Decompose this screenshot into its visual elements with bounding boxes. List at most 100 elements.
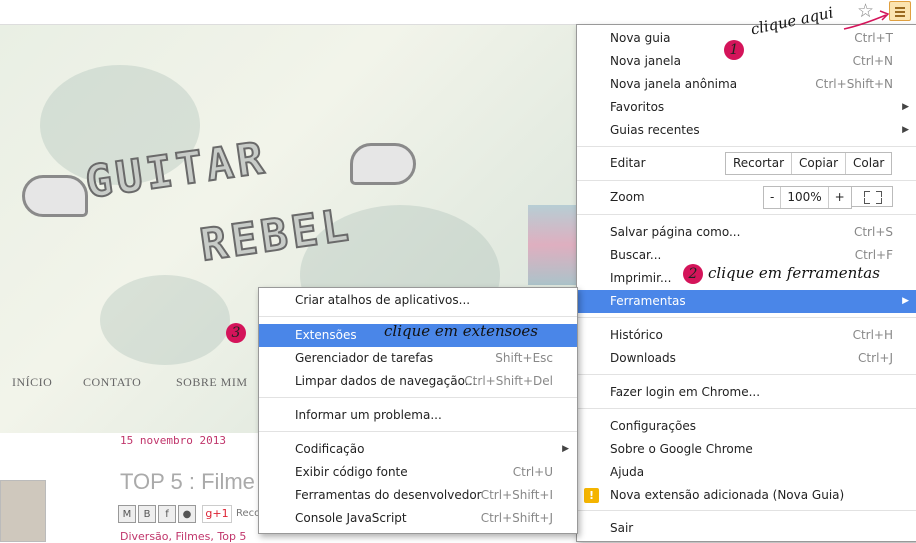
edit-button-group: Recortar Copiar Colar — [725, 152, 893, 175]
submenu-arrow-icon: ▶ — [902, 102, 909, 112]
post-thumbnail — [0, 480, 46, 542]
menu-item-salvar[interactable]: Salvar página como... Ctrl+S — [577, 221, 916, 244]
menu-item-label: Favoritos — [610, 100, 665, 114]
menu-item-label: Nova janela — [610, 54, 681, 68]
menu-separator — [577, 374, 916, 375]
zoom-out-button[interactable]: - — [764, 187, 782, 208]
menu-item-sobre[interactable]: Sobre o Google Chrome — [577, 438, 916, 461]
submenu-item-codigo-fonte[interactable]: Exibir código fonte Ctrl+U — [259, 461, 577, 484]
post-tags[interactable]: Diversão, Filmes, Top 5 — [120, 530, 246, 543]
menu-separator — [259, 397, 577, 398]
menu-item-label: Salvar página como... — [610, 225, 741, 239]
submenu-item-informar[interactable]: Informar um problema... — [259, 404, 577, 427]
menu-item-downloads[interactable]: Downloads Ctrl+J — [577, 347, 916, 370]
pinterest-share-icon[interactable]: ● — [178, 505, 196, 523]
cut-button[interactable]: Recortar — [726, 153, 793, 174]
menu-item-label: Extensões — [295, 328, 357, 342]
email-share-icon[interactable]: M — [118, 505, 136, 523]
menu-item-shortcut: Ctrl+Shift+I — [480, 488, 553, 502]
fullscreen-icon[interactable] — [851, 186, 893, 207]
menu-item-label: Gerenciador de tarefas — [295, 351, 434, 365]
post-date: 15 novembro 2013 — [120, 434, 226, 447]
menu-separator — [577, 408, 916, 409]
submenu-item-gerenciador[interactable]: Gerenciador de tarefas Shift+Esc — [259, 347, 577, 370]
nav-link-sobre[interactable]: SOBRE MIM — [176, 375, 248, 390]
menu-item-label: Sobre o Google Chrome — [610, 442, 753, 456]
submenu-arrow-icon: ▶ — [902, 296, 909, 306]
menu-item-label: Sair — [610, 521, 634, 535]
menu-separator — [259, 431, 577, 432]
menu-row-editar: Editar Recortar Copiar Colar — [577, 152, 916, 176]
zoom-label: Zoom — [610, 190, 645, 204]
zoom-in-button[interactable]: + — [829, 187, 851, 208]
warning-icon: ! — [584, 488, 599, 503]
step-1-badge: 1 — [724, 40, 744, 60]
nav-link-inicio[interactable]: INÍCIO — [12, 375, 52, 390]
menu-item-label: Ferramentas do desenvolvedor — [295, 488, 482, 502]
menu-item-label: Codificação — [295, 442, 365, 456]
menu-item-nova-janela[interactable]: Nova janela Ctrl+N — [577, 50, 916, 73]
menu-item-nova-extensao[interactable]: ! Nova extensão adicionada (Nova Guia) — [577, 484, 916, 507]
menu-item-shortcut: Ctrl+Shift+N — [815, 77, 893, 91]
copy-button[interactable]: Copiar — [792, 153, 847, 174]
menu-item-guias-recentes[interactable]: Guias recentes ▶ — [577, 119, 916, 142]
menu-separator — [577, 214, 916, 215]
left-wing-decoration — [22, 175, 88, 217]
menu-item-configuracoes[interactable]: Configurações — [577, 415, 916, 438]
submenu-item-console-js[interactable]: Console JavaScript Ctrl+Shift+J — [259, 507, 577, 530]
menu-item-label: Downloads — [610, 351, 676, 365]
submenu-item-codificacao[interactable]: Codificação ▶ — [259, 438, 577, 461]
menu-item-ajuda[interactable]: Ajuda — [577, 461, 916, 484]
recommend-text: Reco — [236, 508, 261, 519]
menu-item-shortcut: Ctrl+N — [852, 54, 893, 68]
submenu-item-limpar-dados[interactable]: Limpar dados de navegação... Ctrl+Shift+… — [259, 370, 577, 393]
menu-item-janela-anonima[interactable]: Nova janela anônima Ctrl+Shift+N — [577, 73, 916, 96]
facebook-share-icon[interactable]: f — [158, 505, 176, 523]
menu-separator — [259, 316, 577, 317]
menu-separator — [577, 180, 916, 181]
menu-item-historico[interactable]: Histórico Ctrl+H — [577, 324, 916, 347]
menu-item-label: Configurações — [610, 419, 696, 433]
chrome-menu-button[interactable] — [889, 1, 911, 21]
menu-item-shortcut: Ctrl+U — [512, 465, 553, 479]
step-2-badge: 2 — [683, 264, 703, 284]
menu-item-label: Nova guia — [610, 31, 671, 45]
menu-item-label: Ajuda — [610, 465, 645, 479]
nav-link-contato[interactable]: CONTATO — [83, 375, 141, 390]
menu-item-label: Buscar... — [610, 248, 662, 262]
paste-button[interactable]: Colar — [846, 153, 891, 174]
zoom-level: 100% — [781, 187, 829, 208]
submenu-item-criar-atalhos[interactable]: Criar atalhos de aplicativos... — [259, 289, 577, 312]
gplus-button[interactable]: g+1 — [202, 505, 232, 523]
menu-item-label: Guias recentes — [610, 123, 700, 137]
menu-item-login[interactable]: Fazer login em Chrome... — [577, 381, 916, 404]
menu-item-favoritos[interactable]: Favoritos ▶ — [577, 96, 916, 119]
post-title[interactable]: TOP 5 : Filme — [120, 469, 255, 495]
zoom-control: - 100% + — [763, 186, 852, 209]
header-collage — [528, 205, 578, 285]
menu-item-shortcut: Ctrl+S — [853, 225, 893, 239]
menu-item-shortcut: Ctrl+Shift+J — [480, 511, 553, 525]
menu-item-label: Nova janela anônima — [610, 77, 738, 91]
submenu-item-dev-tools[interactable]: Ferramentas do desenvolvedor Ctrl+Shift+… — [259, 484, 577, 507]
menu-item-label: Console JavaScript — [295, 511, 407, 525]
menu-item-sair[interactable]: Sair — [577, 517, 916, 540]
menu-item-label: Informar um problema... — [295, 408, 442, 422]
menu-item-label: Imprimir... — [610, 271, 672, 285]
menu-item-label: Nova extensão adicionada (Nova Guia) — [610, 488, 845, 502]
menu-item-label: Histórico — [610, 328, 663, 342]
menu-item-shortcut: Ctrl+Shift+Del — [464, 374, 553, 388]
step-3-badge: 3 — [226, 323, 246, 343]
menu-item-shortcut: Ctrl+H — [852, 328, 893, 342]
step-3-note: clique em extensoes — [384, 322, 538, 340]
menu-item-label: Criar atalhos de aplicativos... — [295, 293, 471, 307]
blog-share-icon[interactable]: B — [138, 505, 156, 523]
step-2-note: clique em ferramentas — [708, 264, 880, 282]
edit-label: Editar — [610, 156, 646, 170]
submenu-arrow-icon: ▶ — [562, 444, 569, 454]
menu-item-label: Ferramentas — [610, 294, 686, 308]
right-wing-decoration — [350, 143, 416, 185]
menu-item-ferramentas[interactable]: Ferramentas ▶ — [577, 290, 916, 313]
menu-separator — [577, 146, 916, 147]
menu-item-label: Exibir código fonte — [295, 465, 408, 479]
